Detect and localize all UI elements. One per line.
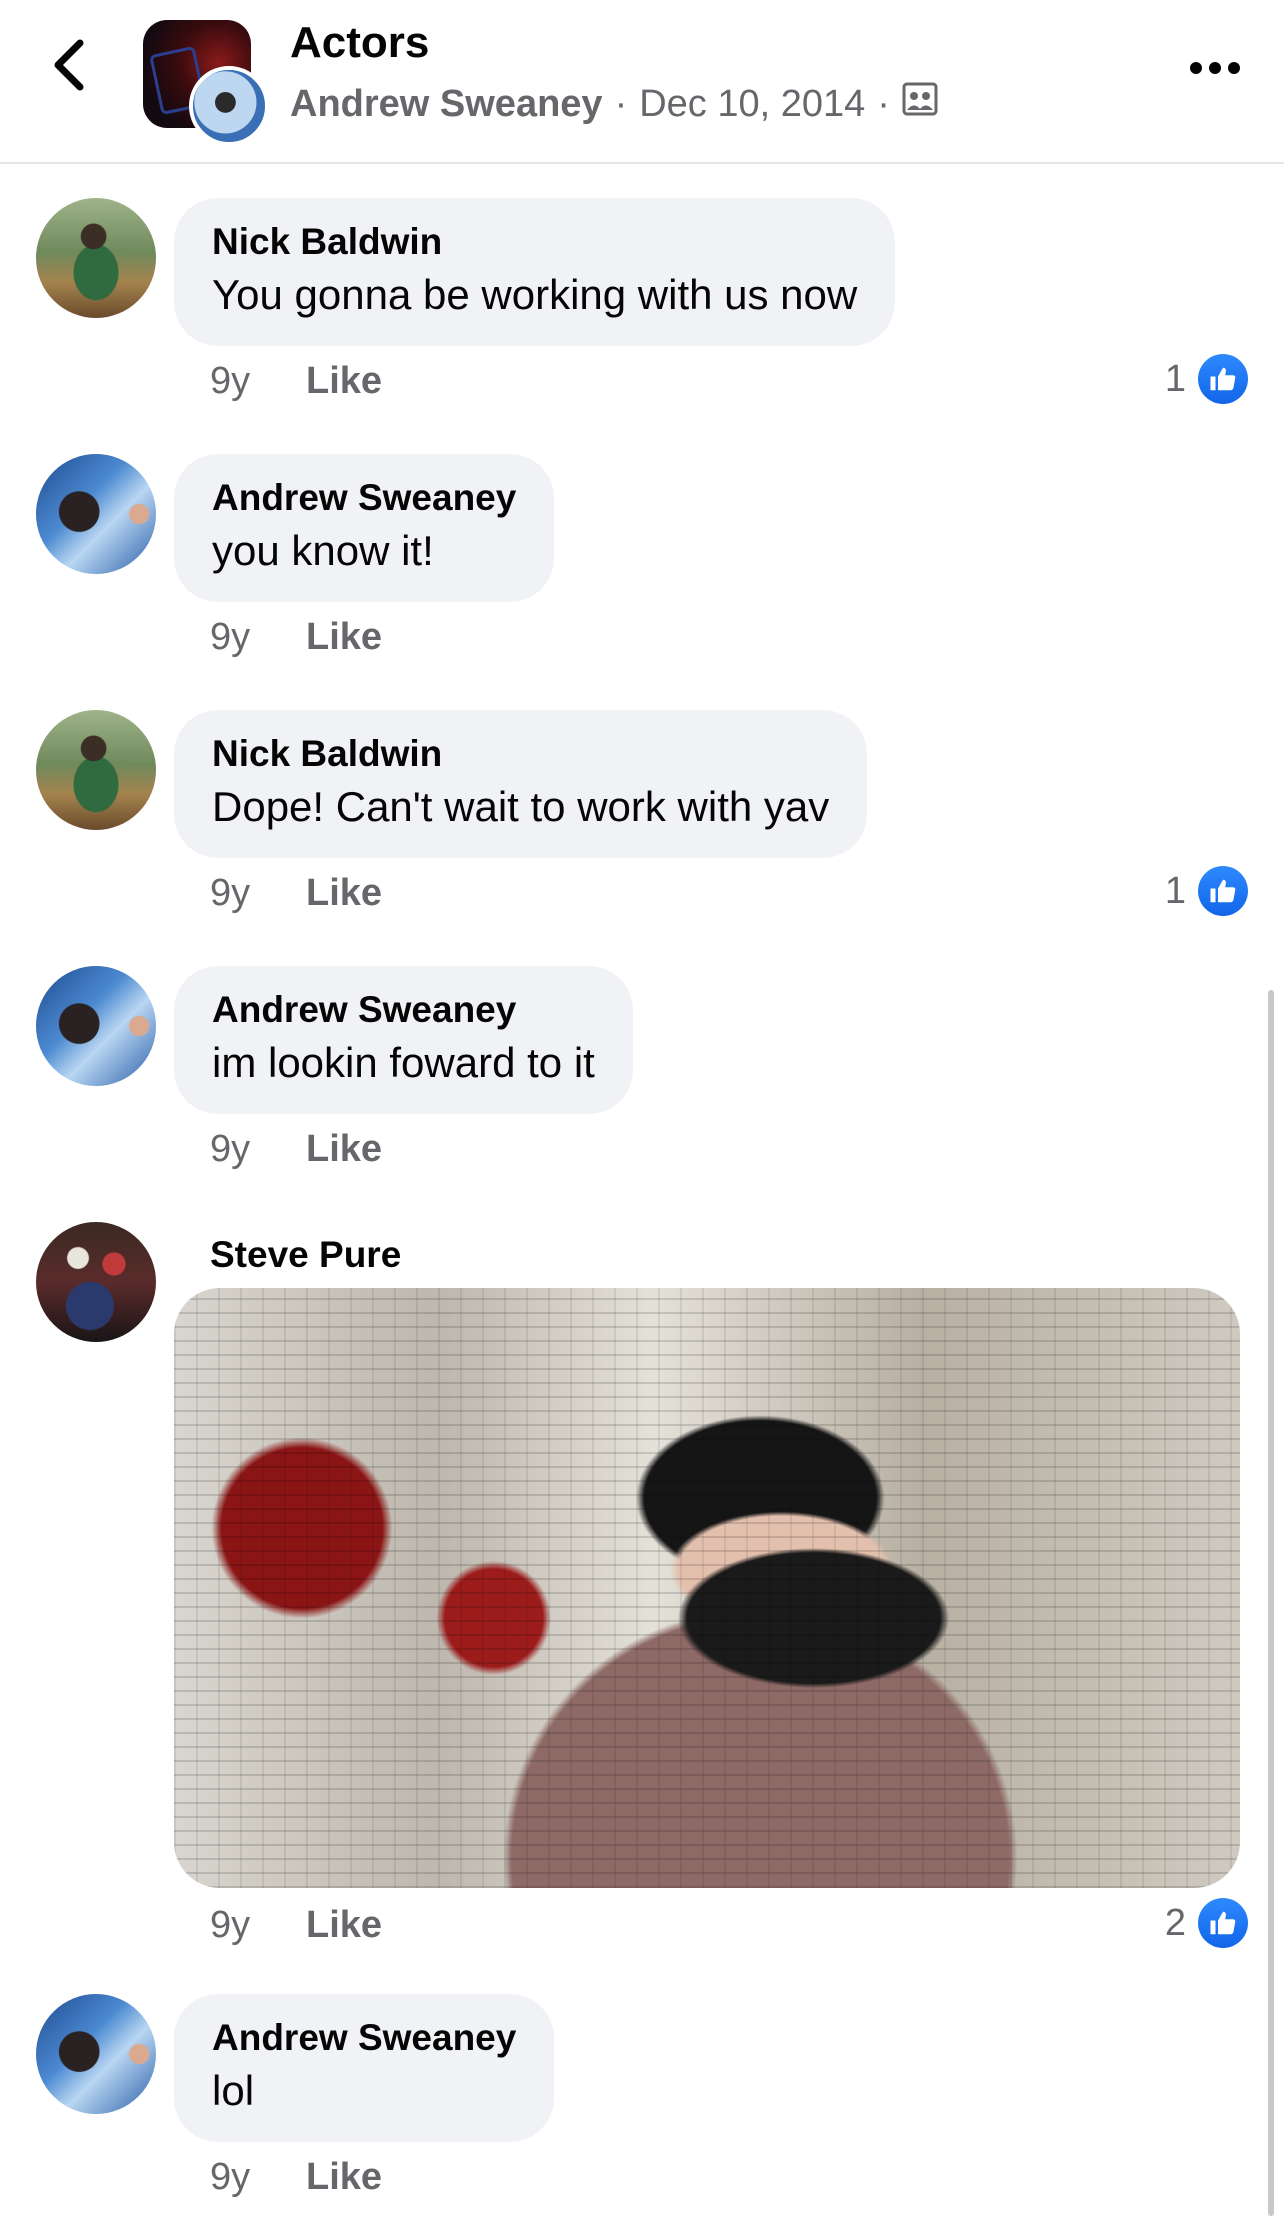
comment-time[interactable]: 9y	[210, 1128, 306, 1171]
comment-bubble[interactable]: Nick Baldwin Dope! Can't wait to work wi…	[174, 710, 868, 858]
comment-bubble[interactable]: Nick Baldwin You gonna be working with u…	[174, 198, 896, 346]
group-avatar[interactable]	[143, 20, 269, 146]
comment-time[interactable]: 9y	[210, 2156, 306, 2199]
comment-author[interactable]: Andrew Sweaney	[212, 476, 516, 520]
comment-text: Dope! Can't wait to work with yav	[212, 783, 830, 830]
avatar[interactable]	[36, 198, 156, 318]
more-options-icon[interactable]	[1180, 40, 1250, 95]
separator: ·	[877, 82, 890, 125]
thumbs-up-icon	[1198, 1898, 1248, 1948]
comment-time[interactable]: 9y	[210, 872, 306, 915]
comment-author[interactable]: Andrew Sweaney	[212, 2016, 516, 2060]
post-date[interactable]: Dec 10, 2014	[639, 83, 865, 126]
avatar[interactable]	[36, 1222, 156, 1342]
comment-bubble[interactable]: Andrew Sweaney lol	[174, 1994, 555, 2142]
post-subtitle: Andrew Sweaney · Dec 10, 2014 ·	[290, 82, 938, 126]
comment-author[interactable]: Andrew Sweaney	[212, 988, 595, 1032]
scrollbar[interactable]	[1268, 990, 1274, 2216]
reaction-count: 1	[1164, 357, 1186, 400]
avatar[interactable]	[36, 710, 156, 830]
comment-meta: 9y Like	[210, 1128, 382, 1171]
thumbs-up-icon	[1198, 866, 1248, 916]
comment-time[interactable]: 9y	[210, 616, 306, 659]
reaction-summary[interactable]: 2	[1165, 1898, 1248, 1948]
comment-time[interactable]: 9y	[210, 360, 306, 403]
like-button[interactable]: Like	[306, 1904, 382, 1947]
comment-meta: 9y Like	[210, 872, 382, 915]
comment-bubble[interactable]: Andrew Sweaney im lookin foward to it	[174, 966, 633, 1114]
thumbs-up-icon	[1198, 354, 1248, 404]
avatar[interactable]	[36, 966, 156, 1086]
comment-author[interactable]: Nick Baldwin	[212, 220, 857, 264]
comment-text: lol	[212, 2067, 255, 2114]
comment-author[interactable]: Nick Baldwin	[212, 732, 829, 776]
comment-meta: 9y Like	[210, 2156, 382, 2199]
back-icon[interactable]	[40, 30, 100, 100]
post-author[interactable]: Andrew Sweaney	[290, 83, 603, 126]
comment-author[interactable]: Steve Pure	[210, 1234, 401, 1276]
avatar[interactable]	[36, 454, 156, 574]
comment-text: you know it!	[212, 527, 434, 574]
comment-photo[interactable]	[174, 1288, 1240, 1888]
comment-meta: 9y Like	[210, 1904, 382, 1947]
comment-meta: 9y Like	[210, 360, 382, 403]
post-header: Actors Andrew Sweaney · Dec 10, 2014 ·	[0, 0, 1284, 164]
avatar[interactable]	[36, 1994, 156, 2114]
comment-bubble[interactable]: Andrew Sweaney you know it!	[174, 454, 555, 602]
separator: ·	[614, 82, 628, 125]
comment-meta: 9y Like	[210, 616, 382, 659]
reaction-count: 2	[1164, 1901, 1186, 1944]
group-privacy-icon	[902, 82, 938, 126]
like-button[interactable]: Like	[306, 2156, 382, 2199]
reaction-summary[interactable]: 1	[1165, 354, 1248, 404]
group-title[interactable]: Actors	[290, 18, 429, 68]
like-button[interactable]: Like	[306, 872, 382, 915]
author-avatar	[189, 66, 269, 146]
comment-time[interactable]: 9y	[210, 1904, 306, 1947]
comment-text: im lookin foward to it	[212, 1039, 595, 1086]
reaction-summary[interactable]: 1	[1165, 866, 1248, 916]
like-button[interactable]: Like	[306, 360, 382, 403]
like-button[interactable]: Like	[306, 1128, 382, 1171]
reaction-count: 1	[1164, 869, 1186, 912]
like-button[interactable]: Like	[306, 616, 382, 659]
comment-text: You gonna be working with us now	[212, 271, 858, 318]
